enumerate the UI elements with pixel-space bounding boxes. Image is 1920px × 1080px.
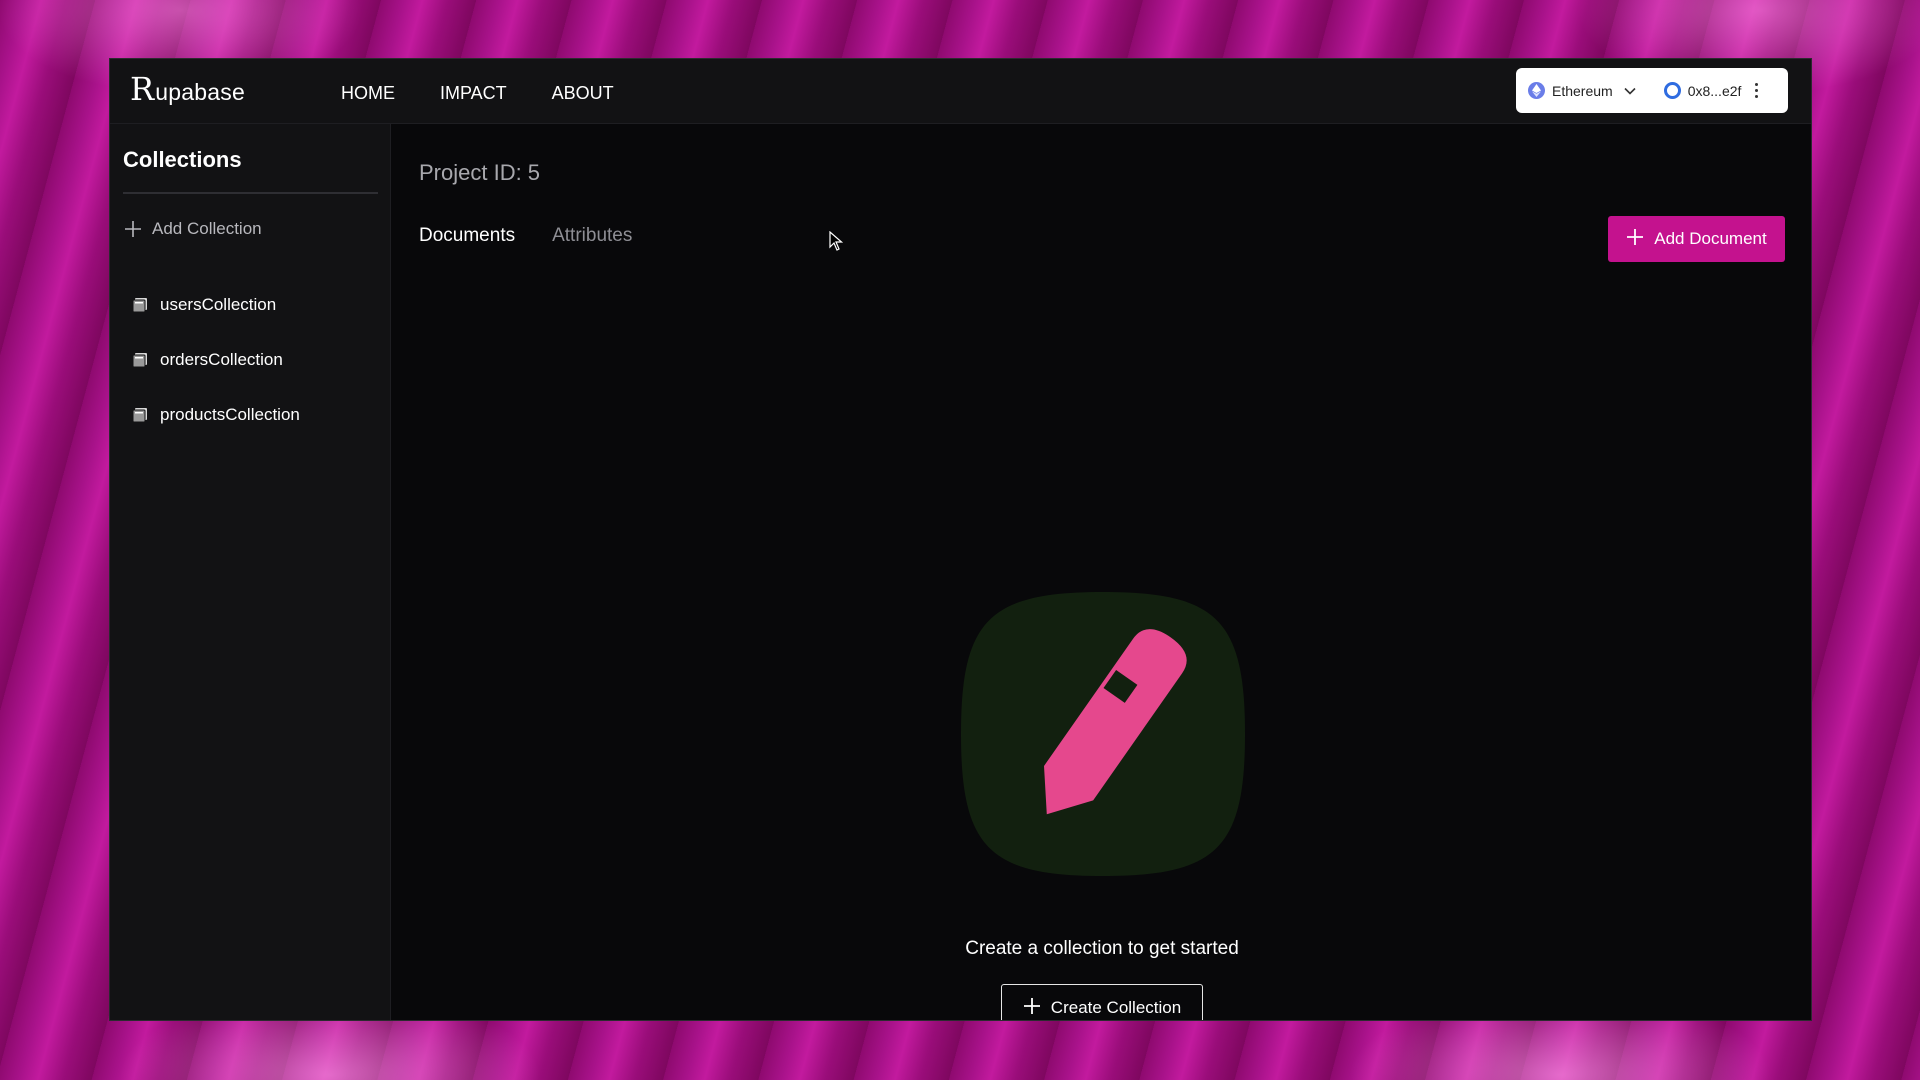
main-nav: HOME IMPACT ABOUT	[341, 83, 614, 104]
collection-label: ordersCollection	[160, 349, 283, 369]
nav-home[interactable]: HOME	[341, 83, 395, 104]
empty-state-message: Create a collection to get started	[391, 938, 1811, 960]
add-document-label: Add Document	[1654, 229, 1767, 248]
wallet-ring-icon	[1663, 82, 1681, 99]
logo-text: upabase	[155, 79, 245, 105]
chain-label: Ethereum	[1552, 82, 1613, 99]
project-id-label: Project ID: 5	[419, 160, 541, 185]
pencil-illustration-icon	[957, 588, 1249, 880]
content-tabs: Documents Attributes	[419, 225, 632, 247]
account-address: 0x8...e2f	[1687, 82, 1742, 99]
collection-label: usersCollection	[160, 294, 277, 314]
add-collection-button[interactable]: Add Collection	[124, 219, 262, 239]
collection-icon	[132, 407, 148, 423]
collection-icon	[132, 352, 148, 368]
collection-list: usersCollection ordersCollection product…	[132, 277, 300, 442]
collections-sidebar: Collections Add Collection usersCollecti…	[110, 124, 391, 1020]
plus-icon	[124, 220, 142, 238]
create-collection-label: Create Collection	[1050, 998, 1182, 1017]
nav-about[interactable]: ABOUT	[552, 83, 614, 104]
sidebar-item-orders-collection[interactable]: ordersCollection	[132, 332, 300, 387]
app-logo[interactable]: R upabase	[130, 73, 245, 106]
empty-state-text: Create a collection to get started	[965, 938, 1239, 959]
plus-icon	[1023, 997, 1041, 1020]
sidebar-item-products-collection[interactable]: productsCollection	[132, 387, 300, 442]
sidebar-item-users-collection[interactable]: usersCollection	[132, 277, 300, 332]
chain-selector[interactable]: Ethereum	[1528, 82, 1636, 99]
add-document-button[interactable]: Add Document	[1608, 216, 1785, 262]
collection-icon	[132, 297, 148, 313]
add-collection-label: Add Collection	[152, 219, 262, 238]
nav-impact[interactable]: IMPACT	[440, 83, 507, 104]
create-collection-button[interactable]: Create Collection	[1001, 984, 1203, 1020]
logo-mark: R	[130, 70, 155, 108]
app-window: R upabase HOME IMPACT ABOUT Ethereum 0x8…	[109, 58, 1812, 1021]
mouse-cursor-icon	[829, 230, 844, 256]
wallet-widget: Ethereum 0x8...e2f	[1516, 68, 1788, 113]
chevron-down-icon	[1624, 87, 1636, 95]
ethereum-icon	[1528, 82, 1545, 99]
account-button[interactable]: 0x8...e2f	[1663, 82, 1742, 99]
sidebar-title: Collections	[123, 147, 242, 172]
collection-label: productsCollection	[160, 404, 300, 424]
sidebar-divider	[123, 192, 378, 194]
tab-documents[interactable]: Documents	[419, 225, 515, 247]
more-options-icon[interactable]	[1755, 83, 1759, 98]
tab-attributes[interactable]: Attributes	[552, 225, 632, 247]
plus-icon	[1626, 228, 1644, 251]
top-navbar: R upabase HOME IMPACT ABOUT Ethereum 0x8…	[110, 59, 1811, 124]
main-content: Project ID: 5 Documents Attributes Add D…	[391, 124, 1811, 1020]
